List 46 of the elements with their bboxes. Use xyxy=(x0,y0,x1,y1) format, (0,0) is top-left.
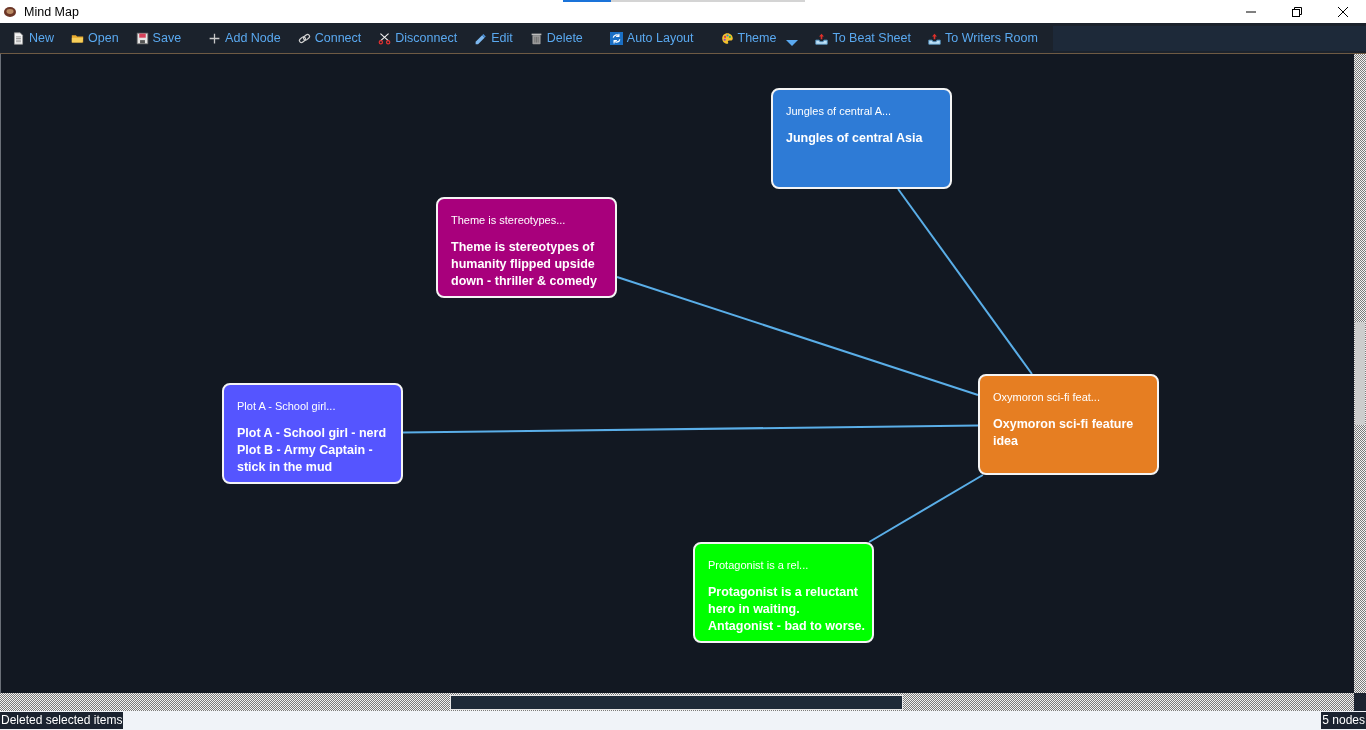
scrollbar-thumb[interactable] xyxy=(1355,322,1365,425)
node-title: Theme is stereotypes... xyxy=(451,213,566,227)
toolbar-button[interactable]: Connect xyxy=(290,28,369,48)
vertical-scrollbar[interactable] xyxy=(1354,54,1366,693)
node-count: 5 nodes xyxy=(1321,712,1366,729)
node-title: Jungles of central A... xyxy=(786,104,892,118)
node-text: Jungles of central Asia xyxy=(786,130,923,147)
toolbar-button[interactable]: Open xyxy=(64,28,126,48)
refresh-icon xyxy=(609,31,623,45)
chain-link-icon xyxy=(297,31,311,45)
toolbar-button[interactable]: Auto Layout xyxy=(602,28,701,48)
plus-icon xyxy=(208,31,222,45)
node-title: Plot A - School girl... xyxy=(237,399,336,413)
mind-map-node[interactable]: Theme is stereotypes... Theme is stereotypes of humanity flipped upside down - thriller & comedy xyxy=(436,197,617,298)
document-icon xyxy=(12,31,25,45)
node-text: Oxymoron sci-fi feature idea xyxy=(993,416,1135,450)
toolbar-button[interactable]: Add Node xyxy=(201,28,288,48)
toolbar-button[interactable]: New xyxy=(5,28,61,48)
status-message: Deleted selected items xyxy=(0,712,124,729)
node-title: Oxymoron sci-fi feat... xyxy=(993,390,1100,404)
toolbar-button[interactable]: To Beat Sheet xyxy=(808,28,918,48)
restore-icon xyxy=(1292,6,1302,17)
scrollbar-thumb[interactable] xyxy=(450,695,903,710)
toolbar-button[interactable]: Delete xyxy=(522,28,590,48)
toolbar-button[interactable]: Edit xyxy=(467,28,520,48)
toolbar-button[interactable]: To Writers Room xyxy=(920,28,1045,48)
node-title: Protagonist is a rel... xyxy=(708,558,809,572)
scissors-icon xyxy=(378,31,392,45)
window-title: Mind Map xyxy=(24,4,79,19)
close-icon xyxy=(1338,6,1348,17)
node-text: Protagonist is a reluctant hero in waiting. Antagonist - bad to worse. xyxy=(708,584,865,635)
mind-map-node[interactable]: Jungles of central A... Jungles of central Asia xyxy=(771,88,952,189)
tray-upload-icon xyxy=(927,31,941,45)
toolbar-button[interactable]: Disconnect xyxy=(371,28,465,48)
pencil-icon xyxy=(474,31,488,45)
mind-map-node[interactable]: Plot A - School girl... Plot A - School girl - nerd Plot B - Army Captain - stick in the mud xyxy=(222,383,403,484)
toolbar-button[interactable]: Save xyxy=(128,28,189,48)
trash-icon xyxy=(529,31,543,45)
palette-icon xyxy=(720,31,734,45)
node-text: Theme is stereotypes of humanity flipped upside down - thriller & comedy xyxy=(451,239,598,290)
node-text: Plot A - School girl - nerd Plot B - Army Captain - stick in the mud xyxy=(237,425,388,476)
toolbar-button[interactable]: Theme xyxy=(713,27,806,49)
scrollbar-corner xyxy=(1354,693,1366,711)
horizontal-scrollbar[interactable] xyxy=(0,693,1354,711)
tray-upload-icon xyxy=(815,31,829,45)
round-logo-icon xyxy=(4,6,16,17)
